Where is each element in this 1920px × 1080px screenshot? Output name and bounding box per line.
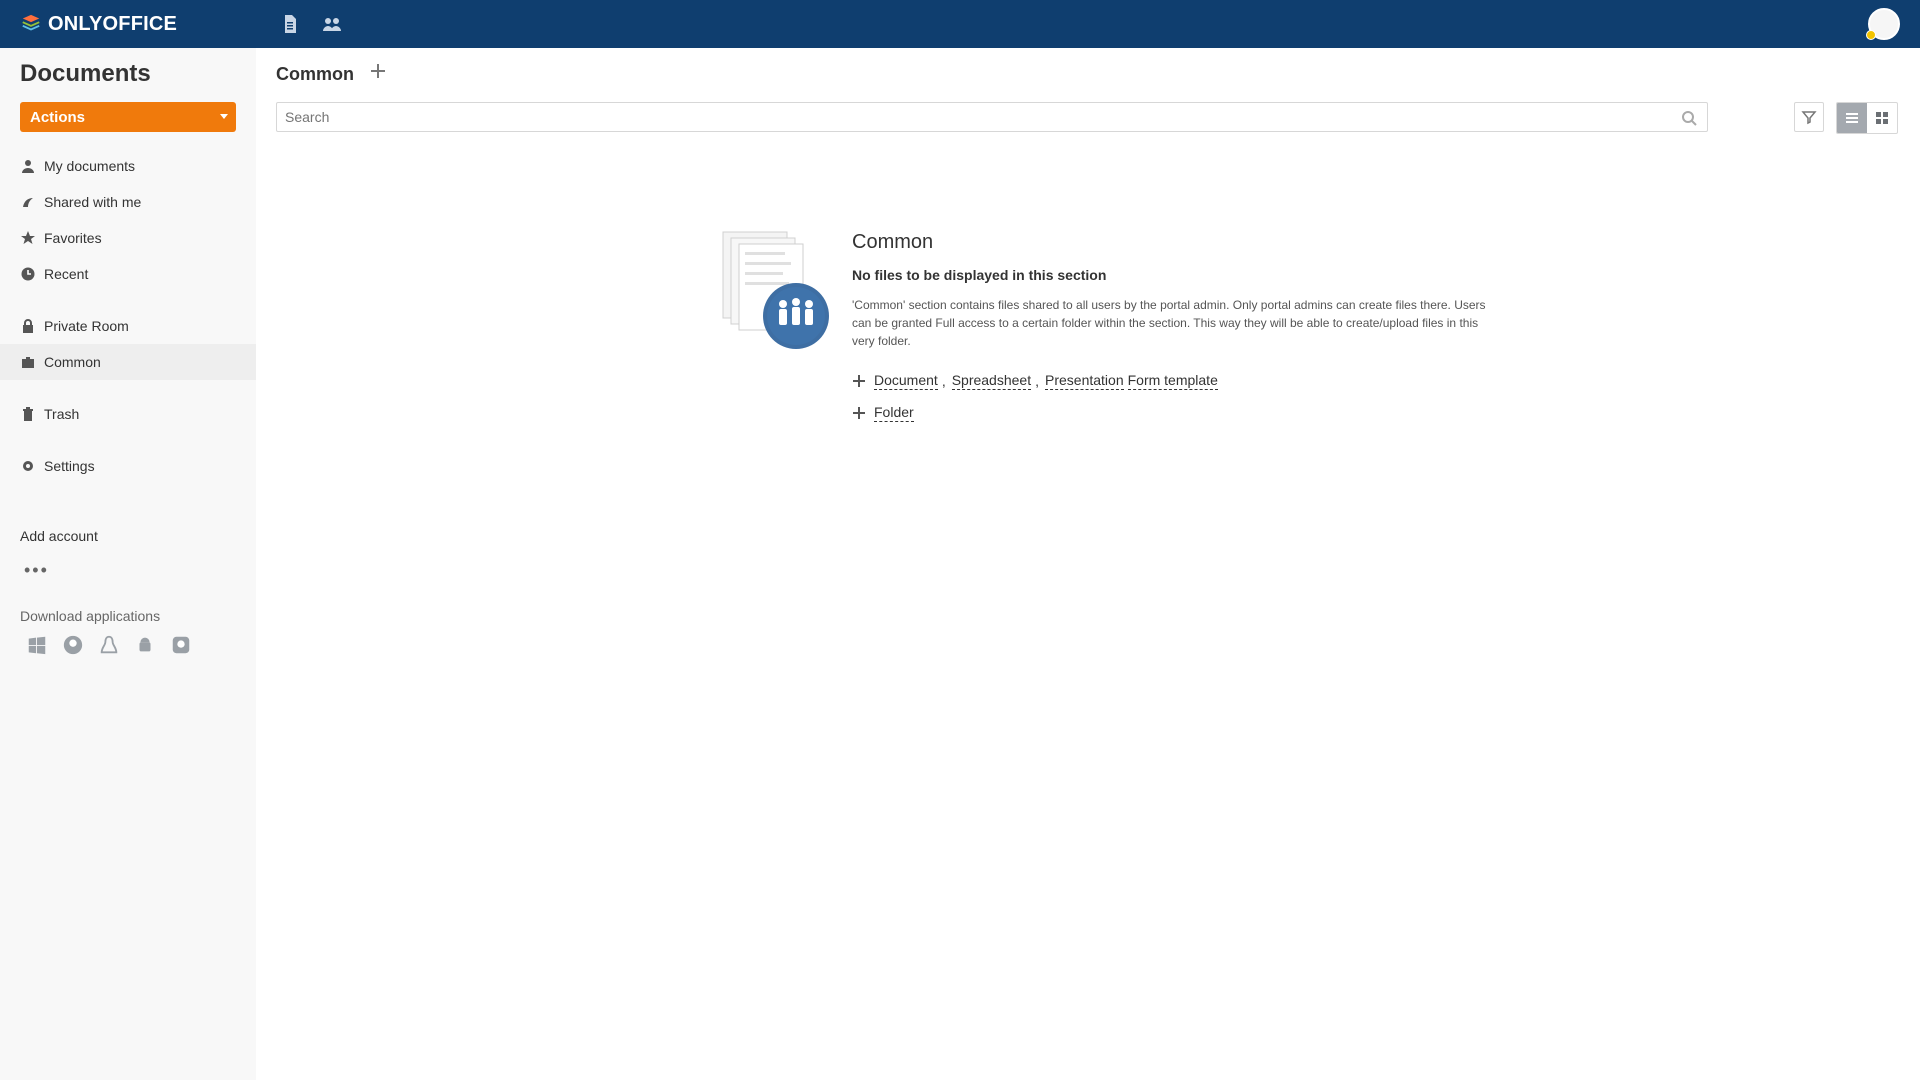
empty-description: 'Common' section contains files shared t… [852, 298, 1486, 348]
sidebar-item-label: Common [44, 354, 101, 370]
view-toggle [1836, 102, 1898, 134]
tile-view-button[interactable] [1867, 103, 1897, 133]
briefcase-icon [20, 354, 36, 370]
create-document-link[interactable]: Document [874, 372, 938, 390]
status-indicator [1866, 30, 1876, 40]
windows-icon[interactable] [24, 632, 50, 658]
list-icon [1846, 113, 1858, 123]
search-icon[interactable] [1681, 110, 1697, 126]
sidebar-item-common[interactable]: Common [0, 344, 256, 380]
sidebar-item-trash[interactable]: Trash [0, 396, 256, 432]
sidebar-item-label: Private Room [44, 318, 129, 334]
create-folder-link[interactable]: Folder [874, 404, 914, 422]
trash-icon [20, 406, 36, 422]
list-view-button[interactable] [1837, 103, 1867, 133]
mac-icon[interactable] [60, 632, 86, 658]
create-spreadsheet-link[interactable]: Spreadsheet [951, 372, 1032, 390]
sidebar-item-label: Settings [44, 458, 95, 474]
onlyoffice-logo[interactable]: ONLYOFFICE [20, 11, 177, 37]
add-account-link[interactable]: Add account [20, 528, 98, 544]
star-icon [20, 230, 36, 246]
page-title: Common [276, 64, 354, 84]
sidebar-item-label: Recent [44, 266, 89, 282]
filter-icon [1801, 111, 1817, 125]
plus-icon [852, 406, 866, 420]
sidebar-item-private-room[interactable]: Private Room [0, 308, 256, 344]
sidebar-item-favorites[interactable]: Favorites [0, 220, 256, 256]
share-icon [20, 194, 36, 210]
android-icon[interactable] [132, 632, 158, 658]
sidebar: Documents Actions My documents Shared wi… [0, 48, 256, 1080]
sidebar-item-label: My documents [44, 158, 136, 174]
search-input[interactable] [277, 103, 1707, 131]
sidebar-item-label: Trash [44, 406, 80, 422]
gear-icon [20, 458, 36, 474]
sidebar-item-my-documents[interactable]: My documents [0, 148, 256, 184]
grid-icon [1876, 112, 1888, 124]
empty-title: Common [852, 231, 934, 253]
download-applications-label: Download applications [20, 608, 161, 624]
sidebar-item-label: Favorites [44, 230, 102, 246]
filter-button[interactable] [1794, 102, 1824, 132]
brand-name: ONLYOFFICE [48, 12, 178, 35]
people-icon[interactable] [320, 12, 344, 36]
sidebar-item-settings[interactable]: Settings [0, 448, 256, 484]
separator: , [1035, 373, 1039, 389]
more-icon[interactable]: ••• [24, 560, 49, 581]
sidebar-title: Documents [20, 60, 151, 87]
ios-icon[interactable] [168, 632, 194, 658]
chevron-down-icon [220, 114, 228, 119]
empty-subtitle: No files to be displayed in this section [852, 267, 1107, 283]
actions-label: Actions [30, 108, 86, 126]
create-files-row: Document, Spreadsheet, Presentation Form… [852, 372, 1222, 390]
sidebar-item-recent[interactable]: Recent [0, 256, 256, 292]
main-content: Common Search Common No files to be disp… [256, 48, 1920, 1080]
separator: , [941, 373, 946, 389]
plus-icon [852, 374, 866, 388]
create-presentation-link[interactable]: Presentation [1045, 372, 1124, 390]
search-box[interactable] [276, 102, 1708, 132]
actions-button[interactable]: Actions [20, 102, 236, 132]
logo-icon [22, 14, 40, 31]
linux-icon[interactable] [96, 632, 122, 658]
lock-icon [20, 318, 36, 334]
top-bar: ONLYOFFICE [0, 0, 1920, 48]
user-icon [20, 158, 36, 174]
create-folder-row: Folder [852, 404, 918, 422]
create-form-template-link[interactable]: Form template [1127, 372, 1218, 390]
clock-icon [20, 266, 36, 282]
empty-common-illustration [715, 222, 835, 352]
sidebar-item-shared-with-me[interactable]: Shared with me [0, 184, 256, 220]
plus-icon[interactable] [368, 61, 388, 81]
apps-row [24, 632, 194, 658]
sidebar-item-label: Shared with me [44, 194, 142, 210]
documents-icon[interactable] [278, 12, 302, 36]
